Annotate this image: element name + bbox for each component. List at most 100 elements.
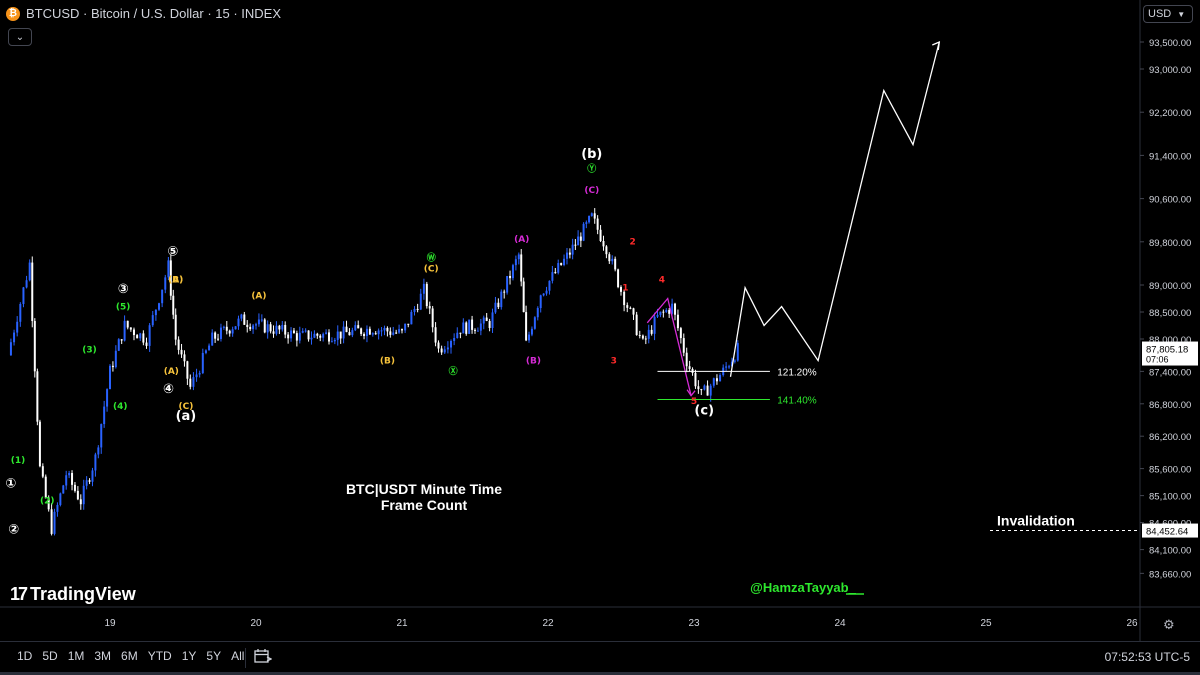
candle-body bbox=[363, 333, 366, 337]
candle-body bbox=[180, 349, 183, 355]
wave-label: 2 bbox=[630, 238, 636, 248]
candle-body bbox=[109, 365, 111, 390]
candle-body bbox=[462, 322, 465, 334]
period-1d[interactable]: 1D bbox=[12, 649, 37, 663]
candle-body bbox=[416, 308, 419, 310]
candle-body bbox=[380, 330, 383, 332]
chevron-down-icon[interactable]: ⌄ bbox=[8, 28, 32, 46]
candle-body bbox=[272, 331, 275, 334]
candle-body bbox=[22, 287, 25, 304]
candle-body bbox=[231, 329, 234, 334]
candle-body bbox=[368, 328, 371, 335]
candle-body bbox=[85, 480, 88, 486]
period-3m[interactable]: 3M bbox=[89, 649, 116, 663]
candle-body bbox=[530, 328, 533, 335]
candle-body bbox=[284, 324, 287, 335]
candle-body bbox=[172, 295, 175, 315]
candle-body bbox=[511, 265, 514, 279]
fib-label-141: 141.40% bbox=[777, 395, 817, 406]
price-tick-label: 89,800.00 bbox=[1149, 238, 1191, 249]
candle-body bbox=[204, 350, 207, 353]
clock-readout[interactable]: 07:52:53 UTC-5 bbox=[1105, 650, 1190, 664]
candle-body bbox=[136, 335, 139, 339]
candle-body bbox=[154, 309, 157, 316]
wave-label: (C) bbox=[178, 402, 193, 412]
tradingview-mark-icon: 17 bbox=[10, 584, 28, 604]
candle-body bbox=[161, 289, 164, 304]
candle-body bbox=[471, 319, 474, 330]
calendar-range-icon[interactable] bbox=[254, 648, 272, 664]
candle-body bbox=[632, 308, 635, 315]
candle-body bbox=[97, 447, 100, 455]
candle-body bbox=[459, 332, 462, 334]
candle-body bbox=[662, 311, 665, 313]
chart-background bbox=[0, 0, 1200, 641]
candle-body bbox=[31, 262, 34, 322]
candle-body bbox=[565, 252, 568, 259]
price-tick-label: 88,500.00 bbox=[1149, 308, 1191, 319]
candle-body bbox=[16, 321, 19, 333]
price-tick-label: 90,600.00 bbox=[1149, 195, 1191, 206]
price-tick-label: 87,400.00 bbox=[1149, 367, 1191, 378]
candle-body bbox=[249, 326, 252, 330]
candle-body bbox=[246, 324, 249, 327]
candle-body bbox=[139, 333, 142, 339]
price-tick-label: 84,100.00 bbox=[1149, 546, 1191, 557]
candle-body bbox=[536, 308, 539, 318]
price-tick-label: 83,660.00 bbox=[1149, 569, 1191, 580]
candle-body bbox=[192, 377, 195, 387]
candle-body bbox=[712, 378, 715, 386]
currency-selector[interactable]: USD ▼ bbox=[1143, 5, 1193, 23]
candle-body bbox=[500, 291, 503, 308]
candle-body bbox=[468, 319, 471, 334]
candle-body bbox=[682, 338, 685, 353]
candle-body bbox=[443, 349, 446, 353]
period-1y[interactable]: 1Y bbox=[177, 649, 202, 663]
candle-body bbox=[71, 473, 74, 485]
candle-body bbox=[123, 320, 126, 341]
candle-body bbox=[142, 333, 145, 343]
period-5y[interactable]: 5Y bbox=[201, 649, 226, 663]
candle-body bbox=[626, 305, 629, 308]
candle-body bbox=[195, 374, 198, 378]
price-chart[interactable]: 93,500.00 93,000.00 92,200.00 91,400.00 90,6… bbox=[0, 0, 1200, 641]
period-6m[interactable]: 6M bbox=[116, 649, 143, 663]
period-5d[interactable]: 5D bbox=[37, 649, 62, 663]
candle-body bbox=[422, 283, 425, 294]
candle-body bbox=[506, 275, 509, 293]
candle-body bbox=[514, 259, 517, 266]
wave-label: (2) bbox=[40, 497, 55, 507]
candle-body bbox=[13, 332, 16, 343]
candle-body bbox=[528, 334, 531, 341]
candle-body bbox=[688, 366, 691, 369]
candle-body bbox=[398, 329, 401, 333]
candle-body bbox=[395, 332, 398, 334]
candle-body bbox=[255, 324, 257, 326]
candle-body bbox=[647, 329, 650, 339]
candle-body bbox=[488, 321, 491, 328]
symbol-header[interactable]: ₿ BTCUSD · Bitcoin / U.S. Dollar · 15 · … bbox=[6, 6, 281, 21]
candle-body bbox=[322, 333, 325, 338]
chart-title: BTC|USDT Minute Time bbox=[346, 481, 502, 497]
candle-body bbox=[94, 454, 97, 471]
price-tick-label: 85,100.00 bbox=[1149, 492, 1191, 503]
candle-body bbox=[260, 319, 263, 321]
candle-body bbox=[560, 263, 563, 265]
candle-body bbox=[281, 324, 284, 330]
candle-body bbox=[623, 291, 626, 306]
candle-body bbox=[545, 290, 548, 294]
period-1m[interactable]: 1M bbox=[63, 649, 90, 663]
gear-icon[interactable]: ⚙ bbox=[1163, 617, 1175, 633]
candle-body bbox=[298, 332, 301, 341]
candle-body bbox=[554, 272, 557, 274]
candle-body bbox=[310, 337, 313, 340]
candle-body bbox=[614, 258, 617, 270]
candle-body bbox=[579, 236, 582, 241]
candle-body bbox=[177, 339, 180, 350]
period-ytd[interactable]: YTD bbox=[143, 649, 177, 663]
candle-body bbox=[275, 325, 278, 334]
time-tick-label: 24 bbox=[834, 618, 846, 629]
toolbar-divider bbox=[245, 648, 246, 668]
time-tick-label: 21 bbox=[396, 618, 408, 629]
candle-body bbox=[114, 350, 117, 368]
